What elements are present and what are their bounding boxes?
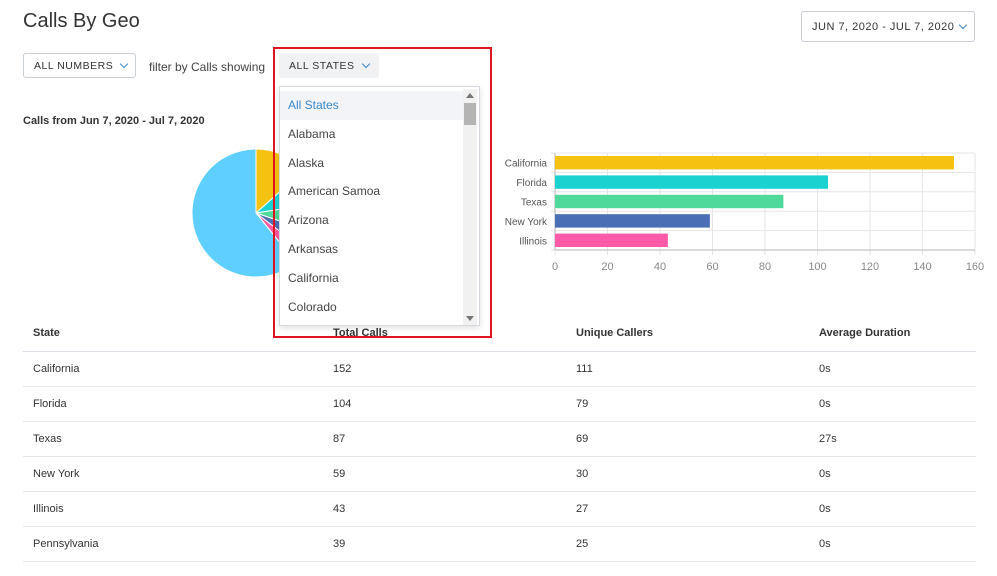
page-title: Calls By Geo bbox=[23, 10, 140, 32]
y-tick-label: California bbox=[505, 159, 548, 170]
cell-unique-callers: 69 bbox=[566, 421, 809, 457]
x-tick-label: 20 bbox=[601, 261, 613, 273]
table-row: Florida 104 79 0s bbox=[23, 386, 976, 422]
dropdown-item-colorado[interactable]: Colorado bbox=[280, 293, 463, 322]
y-tick-label: Illinois bbox=[519, 236, 547, 247]
cell-state: California bbox=[23, 351, 323, 387]
cell-state: New York bbox=[23, 456, 323, 492]
x-tick-label: 100 bbox=[808, 261, 826, 273]
table-row: Pennsylvania 39 25 0s bbox=[23, 526, 976, 562]
dropdown-item-all-states[interactable]: All States bbox=[280, 91, 463, 120]
date-range-picker[interactable]: JUN 7, 2020 - JUL 7, 2020 bbox=[801, 11, 975, 42]
column-header-average-duration[interactable]: Average Duration bbox=[809, 316, 976, 352]
cell-state: Pennsylvania bbox=[23, 526, 323, 562]
column-header-state[interactable]: State bbox=[23, 316, 323, 352]
table-body: California 152 111 0s Florida 104 79 0s Texas 87 6… bbox=[23, 351, 976, 562]
scroll-thumb[interactable] bbox=[464, 103, 476, 125]
table-row: California 152 111 0s bbox=[23, 351, 976, 387]
cell-average-duration: 0s bbox=[809, 456, 976, 492]
numbers-select-label: ALL NUMBERS bbox=[34, 59, 114, 72]
calls-bar-chart: 0 20 40 60 80 100 120 140 160 California Florida Te… bbox=[505, 152, 984, 273]
cell-average-duration: 0s bbox=[809, 491, 976, 527]
x-tick-label: 80 bbox=[759, 261, 771, 273]
y-tick-label: Texas bbox=[521, 198, 547, 209]
y-tick-label: New York bbox=[505, 217, 548, 228]
states-dropdown-list: All States Alabama Alaska American Samoa Ari… bbox=[280, 91, 463, 321]
date-range-label: JUN 7, 2020 - JUL 7, 2020 bbox=[812, 20, 955, 33]
column-header-unique-callers[interactable]: Unique Callers bbox=[566, 316, 809, 352]
bar-texas bbox=[555, 194, 784, 209]
bar-new-york bbox=[555, 214, 710, 228]
chevron-down-icon bbox=[119, 59, 129, 68]
states-select-label: ALL STATES bbox=[289, 59, 355, 72]
dropdown-item-american-samoa[interactable]: American Samoa bbox=[280, 177, 463, 206]
scroll-down-arrow-icon[interactable] bbox=[466, 316, 474, 321]
table-row: New York 59 30 0s bbox=[23, 456, 976, 492]
cell-state: Florida bbox=[23, 386, 323, 422]
filter-label: filter by Calls showing bbox=[149, 60, 266, 74]
scroll-up-arrow-icon[interactable] bbox=[466, 93, 474, 98]
dropdown-item-arkansas[interactable]: Arkansas bbox=[280, 235, 463, 264]
dropdown-item-california[interactable]: California bbox=[280, 264, 463, 293]
x-tick-label: 140 bbox=[913, 261, 931, 273]
cell-total-calls: 39 bbox=[323, 526, 566, 562]
cell-state: Illinois bbox=[23, 491, 323, 527]
numbers-select[interactable]: ALL NUMBERS bbox=[23, 53, 136, 78]
dropdown-scrollbar[interactable] bbox=[463, 89, 477, 325]
x-tick-label: 120 bbox=[861, 261, 879, 273]
bar-california bbox=[555, 156, 954, 170]
dropdown-item-alabama[interactable]: Alabama bbox=[280, 120, 463, 149]
states-dropdown[interactable]: All States Alabama Alaska American Samoa Ari… bbox=[279, 86, 480, 326]
cell-total-calls: 43 bbox=[323, 491, 566, 527]
cell-total-calls: 152 bbox=[323, 351, 566, 387]
x-tick-label: 0 bbox=[552, 261, 558, 273]
bar-florida bbox=[555, 175, 828, 189]
x-tick-label: 160 bbox=[966, 261, 984, 273]
cell-total-calls: 87 bbox=[323, 421, 566, 457]
dropdown-item-arizona[interactable]: Arizona bbox=[280, 206, 463, 235]
chevron-down-icon bbox=[361, 59, 370, 68]
states-select[interactable]: ALL STATES bbox=[279, 53, 379, 78]
cell-average-duration: 0s bbox=[809, 526, 976, 562]
x-tick-label: 40 bbox=[654, 261, 666, 273]
cell-state: Texas bbox=[23, 421, 323, 457]
cell-total-calls: 59 bbox=[323, 456, 566, 492]
table-header-row: State Total Calls Unique Callers Average… bbox=[23, 316, 976, 352]
chevron-down-icon bbox=[959, 20, 968, 29]
dropdown-item-alaska[interactable]: Alaska bbox=[280, 149, 463, 178]
table-row: Texas 87 69 27s bbox=[23, 421, 976, 457]
cell-unique-callers: 79 bbox=[566, 386, 809, 422]
geo-table: State Total Calls Unique Callers Average… bbox=[23, 316, 976, 562]
cell-unique-callers: 111 bbox=[566, 351, 809, 387]
x-tick-label: 60 bbox=[706, 261, 718, 273]
cell-unique-callers: 30 bbox=[566, 456, 809, 492]
cell-average-duration: 27s bbox=[809, 421, 976, 457]
y-tick-label: Florida bbox=[516, 178, 547, 189]
cell-unique-callers: 25 bbox=[566, 526, 809, 562]
cell-total-calls: 104 bbox=[323, 386, 566, 422]
table-row: Illinois 43 27 0s bbox=[23, 491, 976, 527]
cell-average-duration: 0s bbox=[809, 386, 976, 422]
cell-average-duration: 0s bbox=[809, 351, 976, 387]
chart-caption: Calls from Jun 7, 2020 - Jul 7, 2020 bbox=[23, 115, 205, 127]
cell-unique-callers: 27 bbox=[566, 491, 809, 527]
bar-illinois bbox=[555, 233, 668, 247]
